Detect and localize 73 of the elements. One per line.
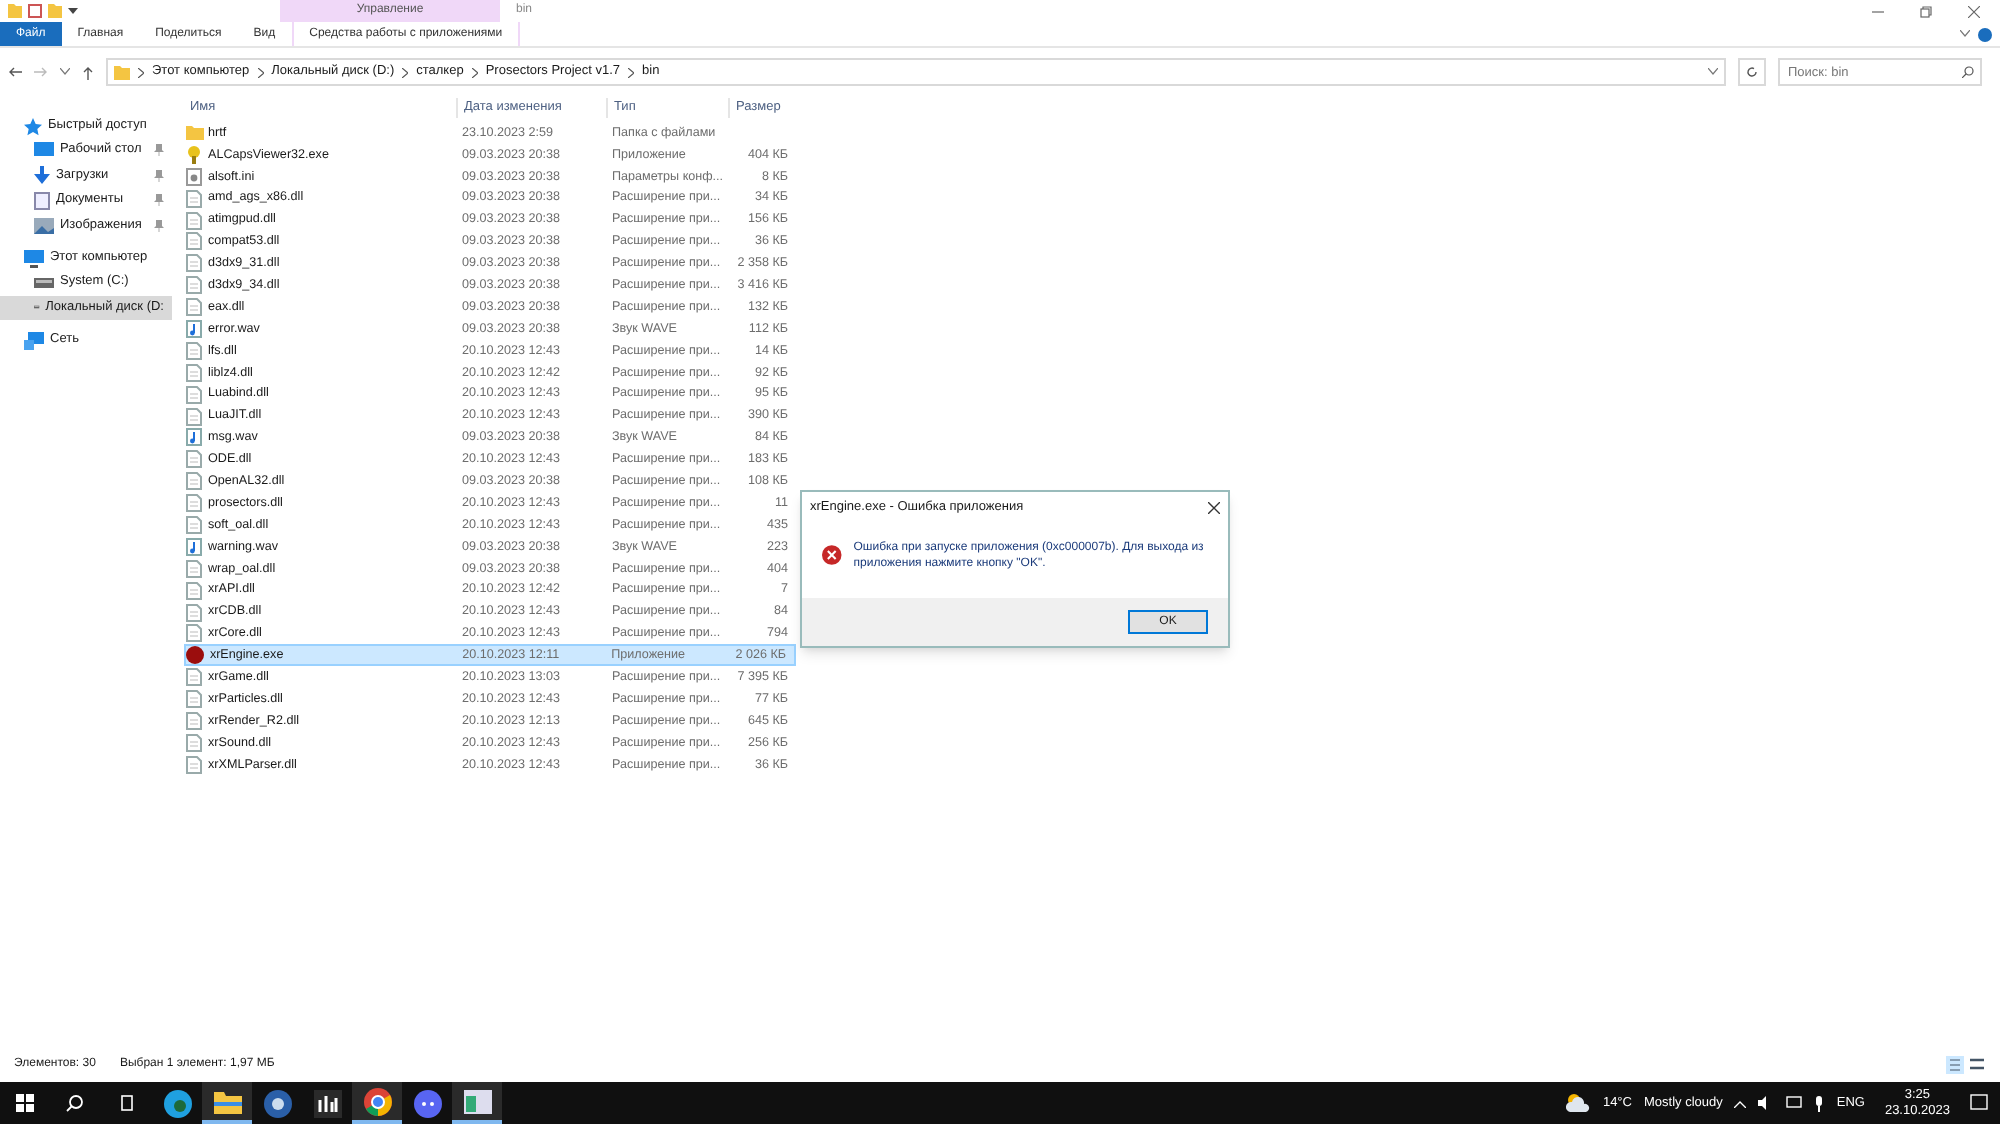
settings-file-icon xyxy=(186,167,202,186)
chevron-right-icon xyxy=(257,67,264,77)
file-icon xyxy=(186,559,202,578)
chevron-down-icon[interactable] xyxy=(60,68,70,76)
tiles-view-icon[interactable] xyxy=(1968,1056,1986,1074)
drive-icon xyxy=(34,277,54,288)
app-icon[interactable] xyxy=(263,1089,291,1117)
file-icon xyxy=(186,363,202,382)
folder-icon[interactable] xyxy=(213,1089,241,1113)
audio-file-icon xyxy=(186,428,202,447)
task-view-icon[interactable] xyxy=(117,1094,135,1112)
window-icon[interactable] xyxy=(463,1089,491,1113)
audio-file-icon xyxy=(186,319,202,338)
chevron-right-icon xyxy=(628,67,635,77)
file-icon xyxy=(186,472,202,491)
chevron-right-icon xyxy=(138,67,144,77)
pin-icon xyxy=(154,219,164,232)
star-icon xyxy=(24,117,42,135)
chart-icon[interactable] xyxy=(313,1089,341,1117)
refresh-icon xyxy=(1746,66,1758,78)
chevron-up-icon[interactable] xyxy=(1734,1099,1747,1107)
error-icon xyxy=(822,540,842,570)
file-icon xyxy=(186,232,202,251)
audio-file-icon xyxy=(186,537,202,556)
desktop-icon xyxy=(34,142,54,159)
taskbar-app[interactable] xyxy=(202,1082,252,1124)
help-icon[interactable] xyxy=(1978,27,1992,41)
up-arrow-icon[interactable] xyxy=(82,65,94,79)
chrome-icon[interactable] xyxy=(363,1087,391,1115)
taskbar-app[interactable] xyxy=(452,1082,502,1124)
image-icon xyxy=(34,217,54,234)
app-icon xyxy=(186,646,205,665)
close-icon[interactable] xyxy=(1968,5,1980,17)
file-icon xyxy=(186,254,202,273)
refresh-button[interactable] xyxy=(1738,58,1766,86)
folder-icon xyxy=(114,65,130,79)
browser-icon[interactable] xyxy=(163,1089,191,1117)
chevron-right-icon xyxy=(471,67,478,77)
weather-cloud-icon xyxy=(1566,1094,1591,1112)
restore-icon[interactable] xyxy=(1920,5,1932,17)
file-icon xyxy=(186,450,202,469)
windows-start-icon[interactable] xyxy=(15,1094,33,1112)
properties-icon[interactable] xyxy=(28,4,42,18)
pin-icon xyxy=(154,169,164,182)
document-icon xyxy=(34,191,50,210)
search-icon[interactable] xyxy=(65,1094,83,1112)
file-icon xyxy=(186,298,202,317)
chat-app-icon[interactable] xyxy=(413,1089,441,1117)
file-icon xyxy=(186,407,202,426)
computer-icon xyxy=(24,249,44,267)
folder-icon xyxy=(185,124,203,141)
pin-icon xyxy=(154,144,164,157)
lightbulb-icon xyxy=(186,145,202,164)
chevron-down-icon[interactable] xyxy=(1960,30,1970,38)
file-icon xyxy=(186,276,202,295)
dropdown-icon[interactable] xyxy=(68,6,78,16)
file-icon xyxy=(186,733,202,752)
file-icon xyxy=(186,385,202,404)
file-icon xyxy=(186,341,202,360)
file-icon xyxy=(186,211,202,229)
file-icon xyxy=(186,668,202,687)
download-icon xyxy=(34,166,50,185)
chevron-down-icon[interactable] xyxy=(1708,68,1718,76)
chevron-right-icon xyxy=(402,67,409,77)
close-icon[interactable] xyxy=(1208,502,1220,514)
file-icon xyxy=(186,755,202,774)
file-icon xyxy=(186,189,202,208)
search-icon xyxy=(1962,66,1974,78)
file-icon xyxy=(186,581,202,600)
microphone-icon[interactable] xyxy=(1814,1095,1825,1111)
back-arrow-icon[interactable] xyxy=(8,66,22,78)
pin-icon xyxy=(154,194,164,207)
taskbar-app[interactable] xyxy=(352,1082,402,1124)
